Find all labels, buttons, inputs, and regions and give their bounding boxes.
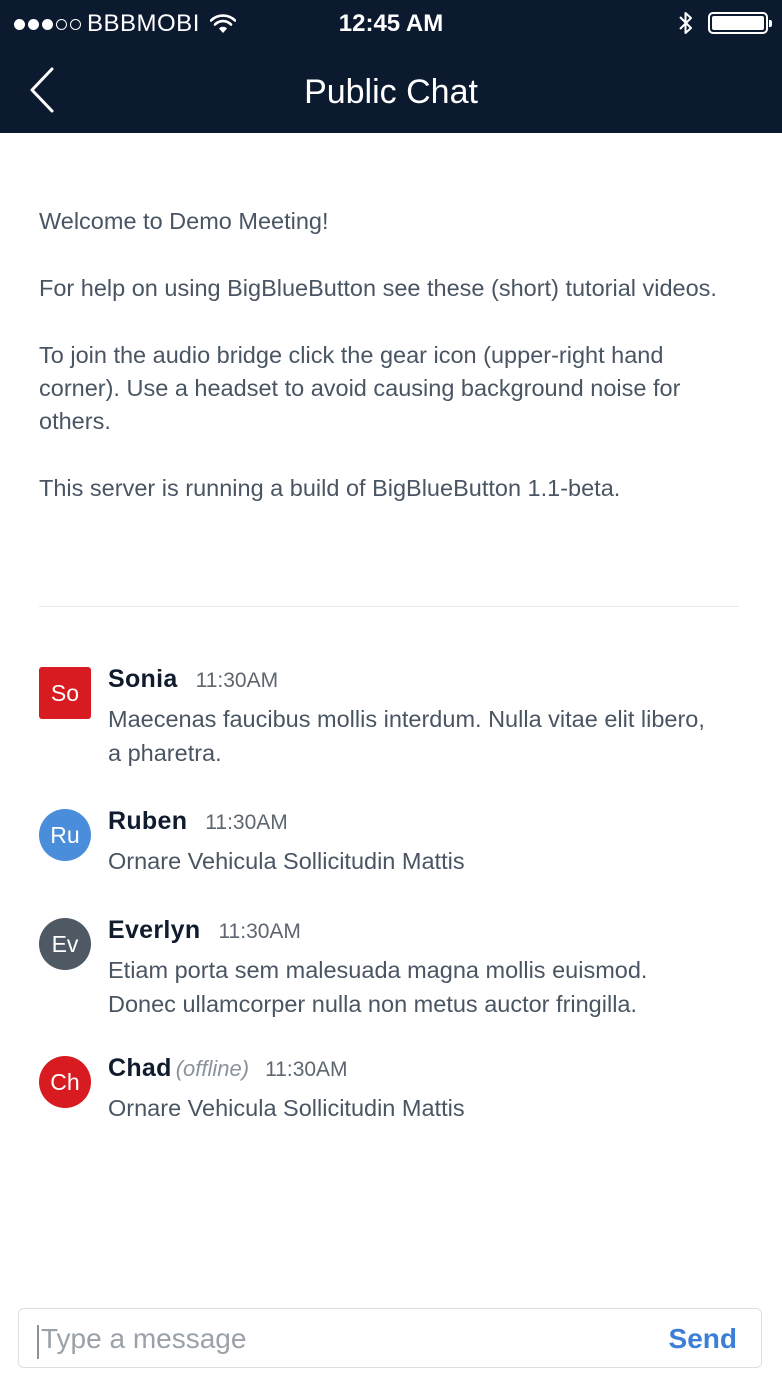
message-time: 11:30AM [205,811,288,834]
status-time: 12:45 AM [338,10,444,37]
sender-name[interactable]: Chad [108,1054,172,1083]
message-text: Ornare Vehicula Sollicitudin Mattis [108,1095,465,1121]
battery-icon [708,12,772,34]
offline-status: (offline) [175,1056,250,1081]
text-cursor [37,1325,39,1359]
sender-name[interactable]: Everlyn [108,916,200,945]
avatar[interactable]: Ch [39,1056,91,1108]
sender-name[interactable]: Ruben [108,807,187,836]
bluetooth-icon [679,12,692,34]
send-button[interactable]: Send [669,1323,737,1355]
welcome-line: This server is running a build of BigBlu… [39,475,621,501]
avatar[interactable]: Ru [39,809,91,861]
message-composer: Send [18,1308,762,1368]
message-text: Ornare Vehicula Sollicitudin Mattis [108,848,465,874]
page-title: Public Chat [304,73,478,111]
welcome-line: For help on using BigBlueButton see thes… [39,275,717,301]
message-time: 11:30AM [218,920,301,943]
divider [39,606,739,607]
message-text: Maecenas faucibus mollis interdum. Nulla… [108,706,705,766]
sender-name[interactable]: Sonia [108,665,178,694]
message-text: Etiam porta sem malesuada magna mollis e… [108,957,648,1017]
welcome-line: To join the audio bridge click the gear … [39,342,681,434]
message-time: 11:30AM [265,1058,348,1081]
avatar[interactable]: Ev [39,918,91,970]
welcome-line: Welcome to Demo Meeting! [39,208,329,234]
welcome-message: Welcome to Demo Meeting! For help on usi… [39,205,739,539]
app-header: BBBMOBI 12:45 AM Public Chat [0,0,782,133]
navigation-bar: Public Chat [0,50,782,133]
avatar[interactable]: So [39,667,91,719]
message-time: 11:30AM [195,669,279,692]
message-input[interactable] [41,1317,621,1361]
status-bar: BBBMOBI 12:45 AM [0,0,782,50]
